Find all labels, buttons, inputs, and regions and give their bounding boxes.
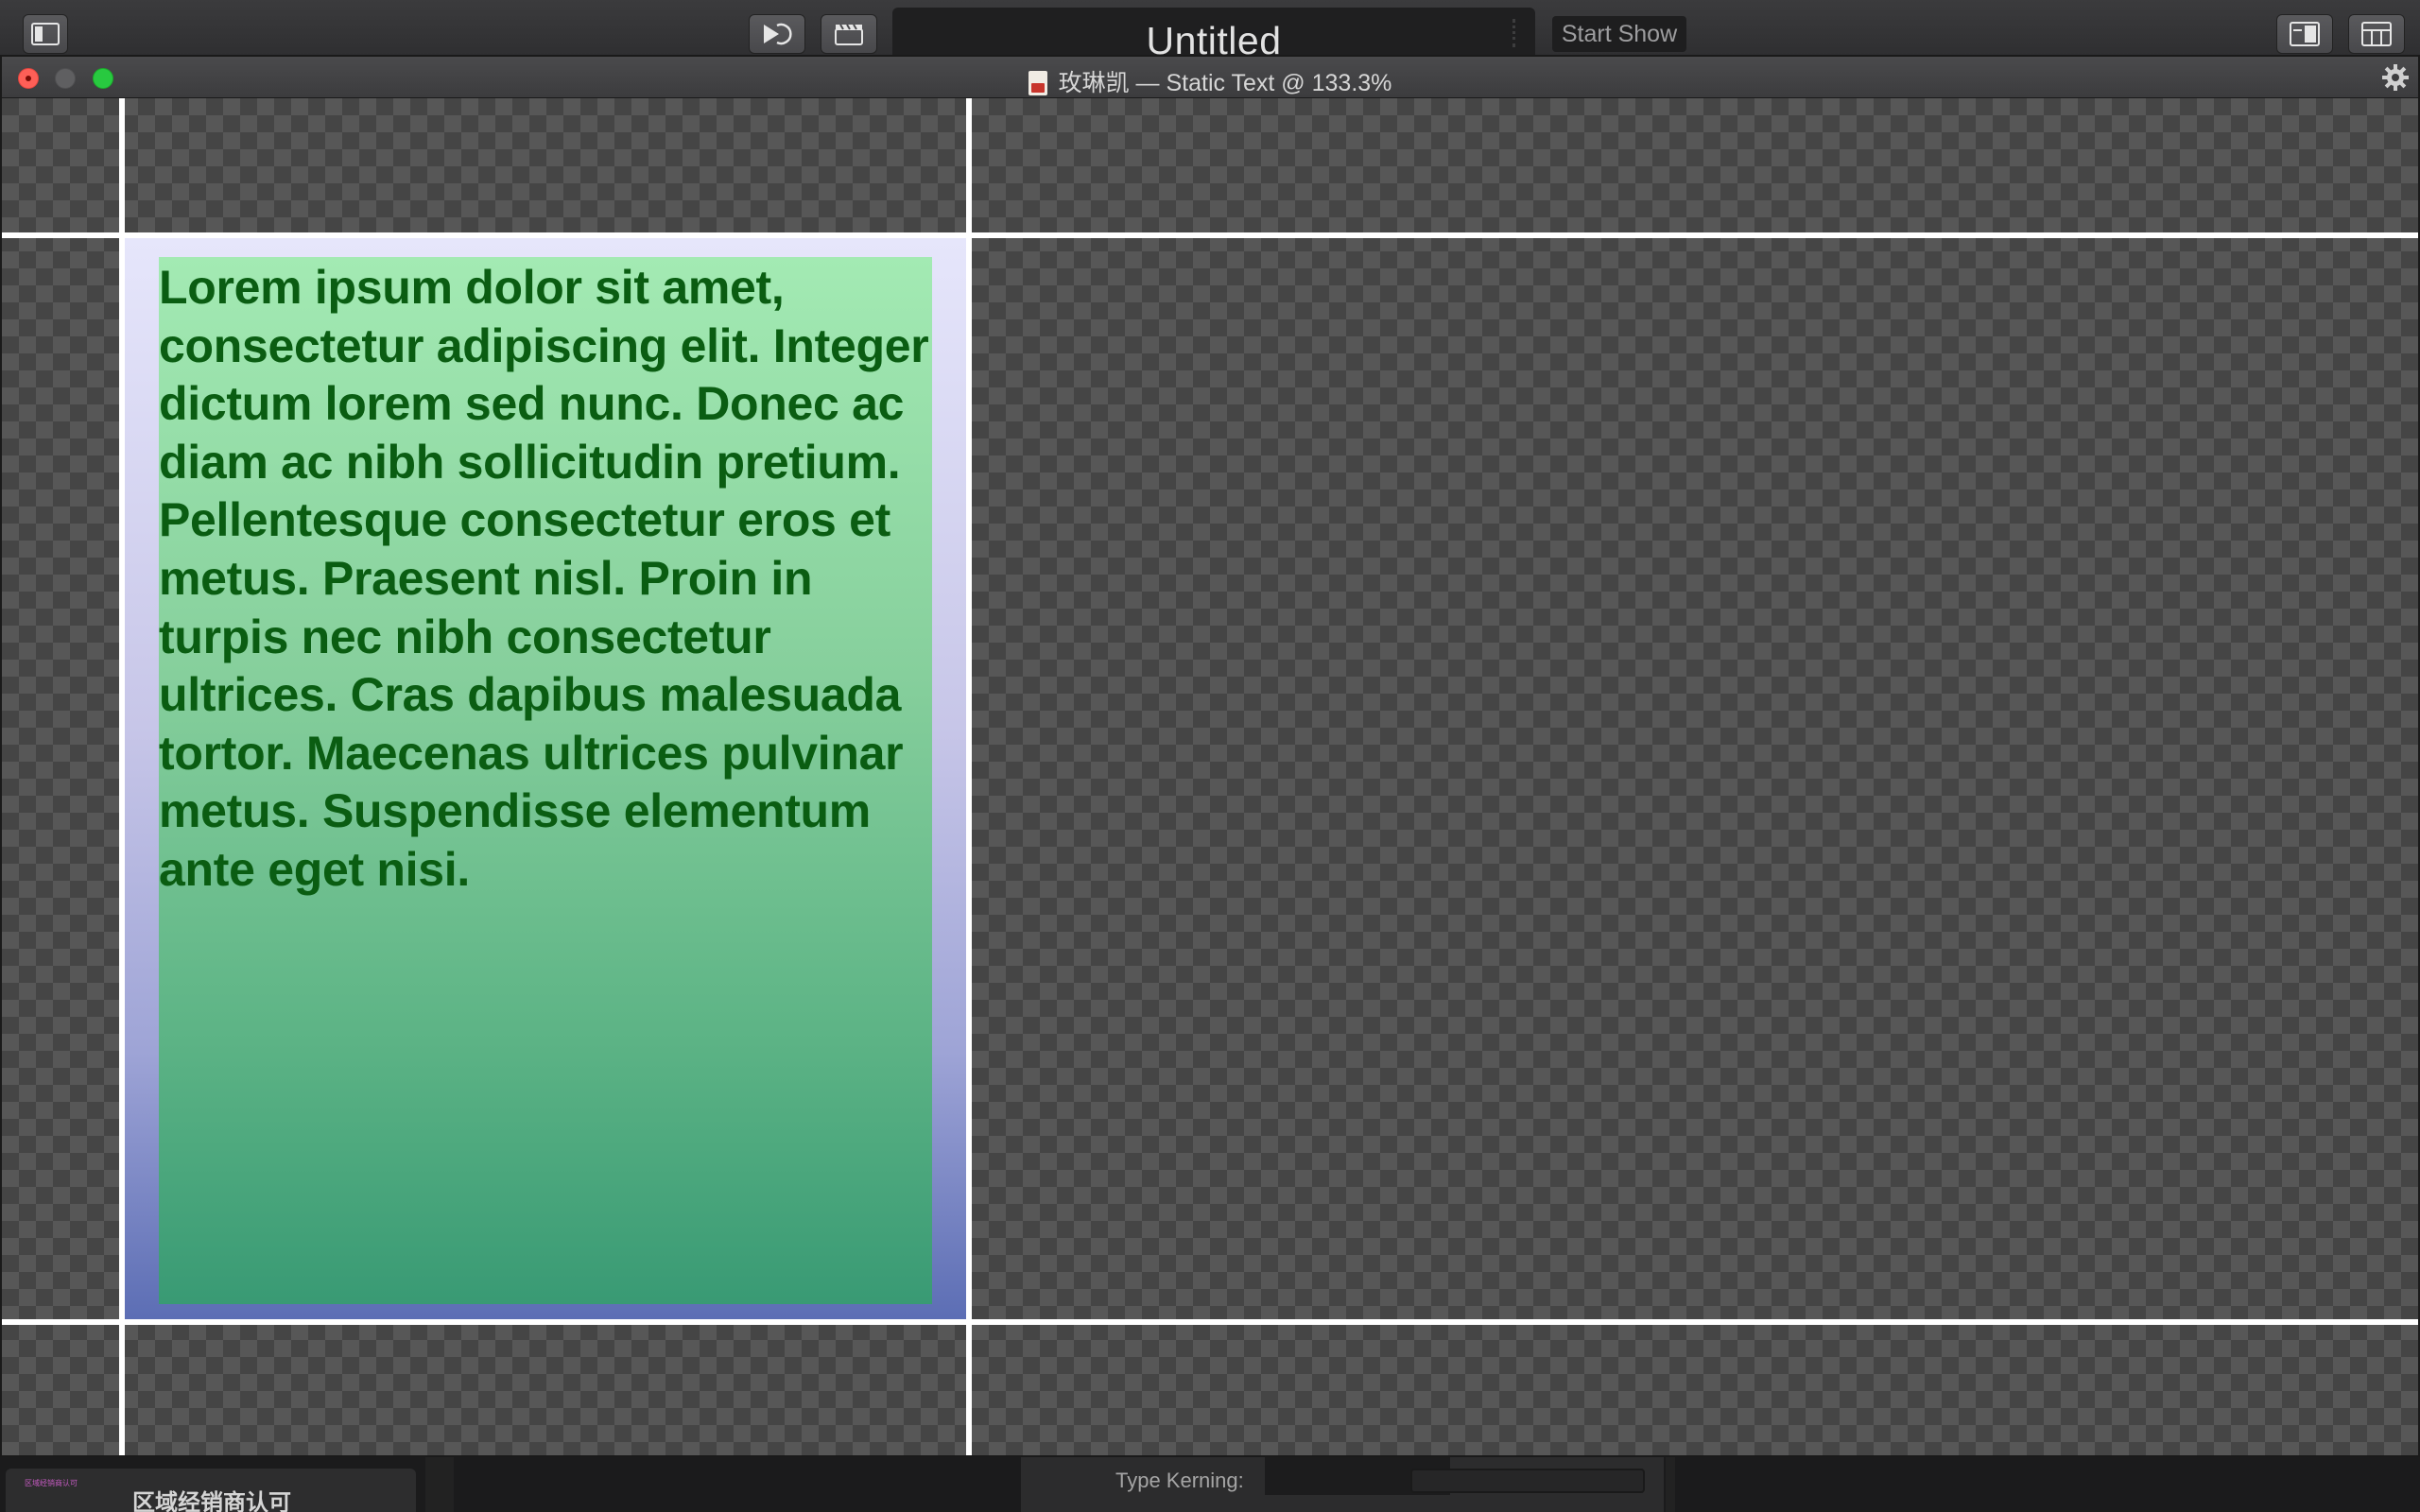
- guide-horizontal-bottom[interactable]: [2, 1319, 2418, 1325]
- guide-vertical-right[interactable]: [966, 98, 972, 1455]
- clapperboard-icon: [835, 24, 863, 45]
- grid-layout-button[interactable]: [2348, 14, 2405, 54]
- document-window: 玫琳凯 — Static Text @ 133.3% Lorem ipsum d…: [0, 55, 2420, 1457]
- guide-vertical-left[interactable]: [119, 98, 125, 1455]
- panel-divider-right: [1666, 1457, 1675, 1512]
- rehearse-button[interactable]: [821, 14, 877, 54]
- type-kerning-label: Type Kerning:: [1115, 1469, 1244, 1492]
- app-toolbar: Untitled Start Show: [0, 0, 2420, 62]
- slide-canvas[interactable]: Lorem ipsum dolor sit amet, consectetur …: [2, 98, 2418, 1455]
- static-text-box[interactable]: Lorem ipsum dolor sit amet, consectetur …: [159, 257, 932, 1304]
- background-app-strip: 区域经销商认可 区域经销商认可 Type Kerning: 0: [0, 1457, 2420, 1512]
- grid-layout-icon: [2361, 22, 2392, 46]
- sidebar-toggle-icon: [31, 23, 60, 45]
- gear-icon[interactable]: [2380, 62, 2411, 93]
- window-titlebar: 玫琳凯 — Static Text @ 133.3%: [2, 57, 2418, 98]
- sidebar-toggle-button[interactable]: [23, 14, 68, 54]
- title-grip: [1512, 19, 1516, 47]
- play-icon: [764, 23, 792, 45]
- start-show-button[interactable]: Start Show: [1552, 16, 1686, 52]
- panel-divider: [425, 1457, 454, 1512]
- document-title-field[interactable]: Untitled: [892, 8, 1535, 62]
- window-title: 玫琳凯 — Static Text @ 133.3%: [2, 64, 2418, 98]
- thumbnail-label: 区域经销商认可: [132, 1490, 291, 1512]
- guide-horizontal-top[interactable]: [2, 232, 2418, 238]
- inspector-layout-button[interactable]: [2276, 14, 2333, 54]
- static-text-content: Lorem ipsum dolor sit amet, consectetur …: [159, 261, 929, 896]
- slide[interactable]: Lorem ipsum dolor sit amet, consectetur …: [125, 238, 968, 1323]
- window-title-text: 玫琳凯 — Static Text @ 133.3%: [1058, 70, 1392, 96]
- inspector-panel: Type Kerning: 0: [1021, 1457, 1664, 1512]
- thumbnail-mini-label: 区域经销商认可: [25, 1479, 78, 1487]
- type-kerning-slider[interactable]: [1410, 1469, 1645, 1493]
- inspector-layout-icon: [2290, 22, 2320, 46]
- slide-thumbnail[interactable]: 区域经销商认可 区域经销商认可: [6, 1469, 416, 1512]
- document-icon: [1028, 71, 1047, 95]
- play-button[interactable]: [749, 14, 805, 54]
